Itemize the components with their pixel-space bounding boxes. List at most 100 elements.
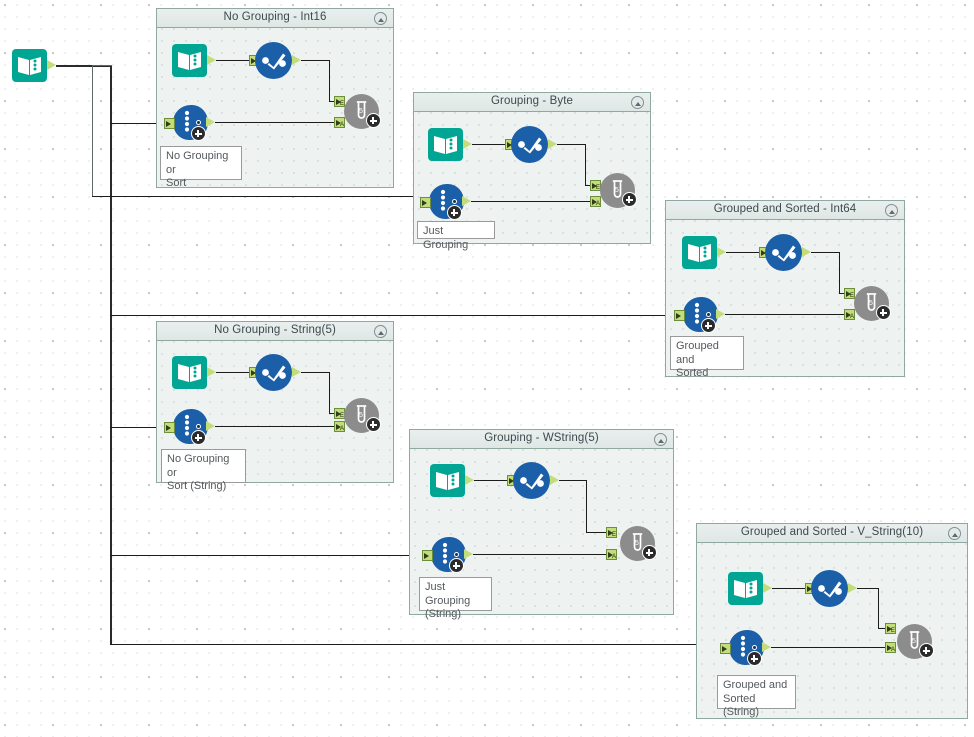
input-data-tool-c6[interactable] [728, 572, 763, 605]
wire-c6-input-to-select [772, 588, 808, 589]
select-icon [818, 581, 842, 598]
chevron-up-icon[interactable] [374, 325, 387, 338]
plus-badge-c2-test[interactable] [622, 192, 637, 207]
select-tool-c2[interactable] [511, 126, 548, 163]
container-title: No Grouping - Int16 [223, 11, 327, 23]
input-port-generate-c3[interactable] [674, 310, 685, 321]
wire-c1-generate-to-test [215, 122, 335, 123]
generate-rows-output-dot-c6 [752, 645, 757, 650]
input-port-generate-c1[interactable] [164, 118, 175, 129]
generate-rows-output-dot-c3 [706, 312, 711, 317]
output-port-generate-c6[interactable] [762, 642, 771, 653]
output-port-input-c5[interactable] [465, 475, 474, 486]
svg-text:5: 5 [615, 187, 619, 194]
wire-to-c3-generate [110, 315, 676, 316]
output-port-generate-c5[interactable] [464, 549, 473, 560]
output-port-input-c2[interactable] [463, 139, 472, 150]
input-port-test-actual-c6[interactable]: A [885, 642, 896, 653]
workflow-canvas[interactable]: No Grouping - Int16 E A 5 No Grouping or… [0, 0, 974, 737]
container-title: Grouped and Sorted - V_String(10) [740, 526, 924, 538]
select-tool-c3[interactable] [765, 234, 802, 271]
plus-badge-c3-test[interactable] [876, 305, 891, 320]
book-glyph [688, 244, 711, 262]
plus-badge-c1-generate[interactable] [191, 126, 206, 141]
plus-badge-c6-test[interactable] [919, 643, 934, 658]
plus-badge-c4-test[interactable] [366, 417, 381, 432]
chevron-up-icon[interactable] [631, 96, 644, 109]
plus-badge-c3-generate[interactable] [701, 318, 716, 333]
chevron-up-icon[interactable] [654, 433, 667, 446]
output-port-input-c4[interactable] [207, 367, 216, 378]
select-tool-c5[interactable] [513, 462, 550, 499]
container-title: Grouping - Byte [490, 95, 574, 107]
generate-rows-output-dot-c2 [452, 199, 457, 204]
chevron-up-icon[interactable] [885, 204, 898, 217]
container-title: No Grouping - String(5) [214, 324, 336, 336]
plus-badge-c5-test[interactable] [642, 545, 657, 560]
input-port-generate-c2[interactable] [420, 197, 431, 208]
wire-c5-input-to-select [474, 480, 510, 481]
output-port-select-c1[interactable] [292, 55, 301, 66]
wire-c3-select-right [811, 252, 840, 253]
input-data-tool-c3[interactable] [682, 236, 717, 269]
chevron-up-icon[interactable] [374, 12, 387, 25]
wire-c2-input-to-select [472, 144, 508, 145]
output-port-generate-c1[interactable] [206, 117, 215, 128]
plus-badge-c4-generate[interactable] [191, 430, 206, 445]
plus-badge-c6-generate[interactable] [747, 651, 762, 666]
wire-c6-generate-to-test [771, 647, 886, 648]
comment-c4[interactable]: No Grouping or Sort (String) [161, 449, 246, 492]
wire-c3-input-to-select [726, 252, 762, 253]
wire-trunk-vertical [110, 65, 112, 645]
output-port-select-c2[interactable] [548, 139, 557, 150]
output-port-input-c1[interactable] [207, 55, 216, 66]
output-port-select-c6[interactable] [848, 583, 857, 594]
input-port-generate-c4[interactable] [164, 422, 175, 433]
input-port-generate-c5[interactable] [422, 550, 433, 561]
comment-c1[interactable]: No Grouping or Sort [160, 146, 242, 189]
output-port-input-c3[interactable] [717, 247, 726, 258]
input-data-tool-c4[interactable] [172, 356, 207, 389]
comment-c2[interactable]: Just Grouping [417, 221, 495, 251]
wire-c1-select-right [301, 60, 330, 61]
wire-c3-generate-to-test [725, 314, 845, 315]
input-port-generate-c6[interactable] [720, 643, 731, 654]
wire-c3-select-down [839, 252, 840, 294]
comment-c6[interactable]: Grouped and Sorted (String) [717, 675, 796, 718]
output-port-generate-c2[interactable] [462, 196, 471, 207]
output-port-generate-c3[interactable] [716, 309, 725, 320]
plus-badge-c5-generate[interactable] [449, 558, 464, 573]
select-tool-c4[interactable] [255, 354, 292, 391]
select-icon [772, 245, 796, 262]
chevron-up-icon[interactable] [948, 527, 961, 540]
input-data-tool-c1[interactable] [172, 44, 207, 77]
wire-c2-select-right [557, 144, 586, 145]
comment-c3[interactable]: Grouped and Sorted [670, 336, 744, 379]
output-port-select-c5[interactable] [550, 475, 559, 486]
port-label-actual: A [890, 647, 895, 653]
generate-rows-output-dot-c5 [454, 552, 459, 557]
input-port-test-actual-c5[interactable]: A [606, 549, 617, 560]
input-data-tool-c5[interactable] [430, 464, 465, 497]
book-glyph [178, 364, 201, 382]
output-port-select-c4[interactable] [292, 367, 301, 378]
output-port-generate-c4[interactable] [206, 421, 215, 432]
input-data-tool-source[interactable] [12, 49, 47, 82]
select-icon [262, 53, 286, 70]
book-glyph [18, 57, 41, 75]
input-port-test-expected-c5[interactable]: E [606, 527, 617, 538]
plus-badge-c2-generate[interactable] [447, 205, 462, 220]
select-tool-c1[interactable] [255, 42, 292, 79]
comment-c5[interactable]: Just Grouping (String) [419, 577, 492, 620]
output-port-input-c6[interactable] [763, 583, 772, 594]
wire-c4-generate-to-test [215, 426, 335, 427]
input-port-test-expected-c6[interactable]: E [885, 623, 896, 634]
output-port-select-c3[interactable] [802, 247, 811, 258]
plus-badge-c1-test[interactable] [366, 113, 381, 128]
input-data-tool-c2[interactable] [428, 128, 463, 161]
wire-c1-select-down [329, 60, 330, 102]
select-tool-c6[interactable] [811, 570, 848, 607]
output-port-source[interactable] [47, 60, 56, 71]
wire-c4-select-right [301, 372, 330, 373]
port-label-actual: A [611, 554, 616, 560]
